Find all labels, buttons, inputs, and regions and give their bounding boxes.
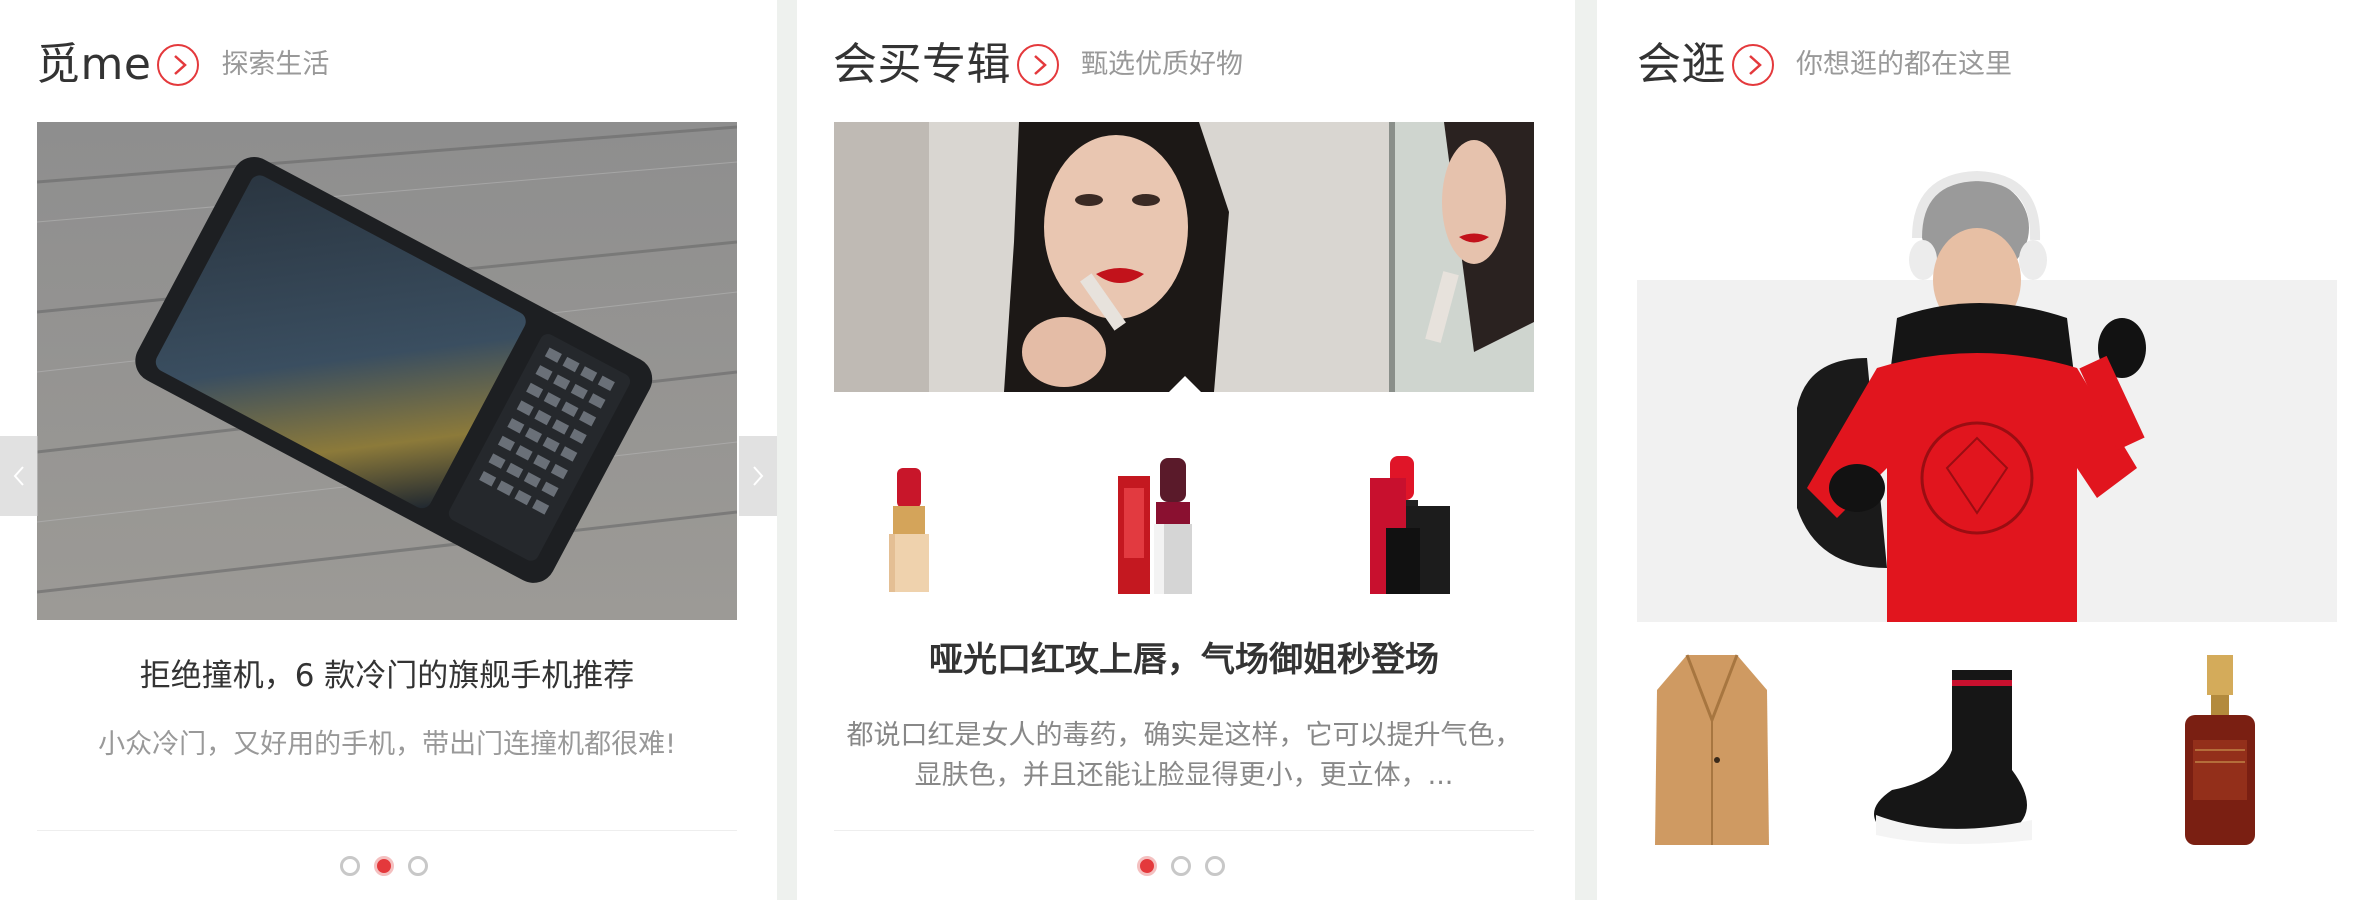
- article-image[interactable]: [37, 122, 737, 620]
- article-description: 小众冷门，又好用的手机，带出门连撞机都很难!: [98, 729, 676, 760]
- carousel-dot-3[interactable]: [408, 856, 428, 876]
- prev-arrow-button[interactable]: [0, 436, 38, 516]
- panel-title[interactable]: 会逛: [1637, 30, 1726, 100]
- panel-huimai-album: 会买专辑 甄选优质好物 哑光口红攻上唇，气场御姐秒登场 都说口红是女人的毒药，确…: [797, 0, 1575, 900]
- product-lipstick-red-box[interactable]: [1110, 448, 1210, 598]
- next-arrow-button[interactable]: [739, 436, 777, 516]
- product-camel-coat[interactable]: [1647, 650, 1777, 850]
- banner-notch: [1169, 376, 1201, 392]
- panel-header[interactable]: 会逛 你想逛的都在这里: [1637, 30, 2012, 100]
- divider: [834, 830, 1534, 831]
- carousel-dots: [340, 856, 428, 876]
- chevron-right-icon[interactable]: [1017, 44, 1059, 86]
- carousel-dot-3[interactable]: [1205, 856, 1225, 876]
- panel-subtitle: 甄选优质好物: [1081, 49, 1243, 80]
- chevron-right-icon[interactable]: [157, 44, 200, 86]
- product-lipstick-black[interactable]: [1360, 448, 1460, 598]
- panel-title[interactable]: 觅me: [36, 30, 151, 100]
- article-description-line-2: 显肤色，并且还能让脸显得更小，更立体，...: [914, 760, 1454, 791]
- panel-header[interactable]: 会买专辑 甄选优质好物: [833, 30, 1243, 100]
- hero-image[interactable]: [1777, 168, 2197, 622]
- panel-title[interactable]: 会买专辑: [833, 30, 1011, 100]
- article-description: 都说口红是女人的毒药，确实是这样，它可以提升气色， 显肤色，并且还能让脸显得更小…: [834, 716, 1534, 796]
- panel-subtitle: 探索生活: [221, 49, 330, 80]
- product-serum-bottle[interactable]: [2165, 650, 2275, 850]
- article-description-line-1: 都说口红是女人的毒药，确实是这样，它可以提升气色，: [846, 720, 1522, 751]
- panel-mi-me: 觅me 探索生活 拒绝撞机，6 款冷门的旗舰手机推荐 小众冷门，又好用的手机，带…: [0, 0, 777, 900]
- carousel-dot-1[interactable]: [1137, 856, 1157, 876]
- product-sock-sneaker[interactable]: [1862, 650, 2042, 850]
- carousel-dots: [1137, 856, 1225, 876]
- article-title[interactable]: 拒绝撞机，6 款冷门的旗舰手机推荐: [37, 650, 737, 695]
- article-title[interactable]: 哑光口红攻上唇，气场御姐秒登场: [834, 632, 1534, 681]
- banner-image[interactable]: [834, 122, 1534, 392]
- panel-huiguang: 会逛 你想逛的都在这里: [1597, 0, 2378, 900]
- panel-header[interactable]: 觅me 探索生活: [36, 30, 329, 100]
- panel-subtitle: 你想逛的都在这里: [1796, 49, 2012, 80]
- divider: [37, 830, 737, 831]
- carousel-dot-1[interactable]: [340, 856, 360, 876]
- product-lipstick-gold[interactable]: [859, 448, 959, 598]
- carousel-dot-2[interactable]: [1171, 856, 1191, 876]
- carousel-dot-2[interactable]: [374, 856, 394, 876]
- chevron-right-icon[interactable]: [1732, 44, 1774, 86]
